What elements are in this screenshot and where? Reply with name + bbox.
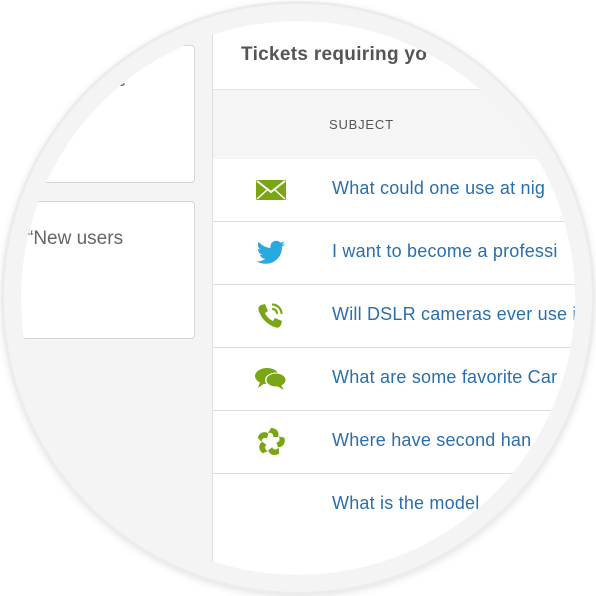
- ticket-subject-link[interactable]: I want to become a professi: [332, 241, 558, 262]
- view-card-label: “New users: [27, 228, 124, 249]
- view-card[interactable]: “New users: [21, 201, 195, 339]
- left-column: y me “New users: [21, 21, 212, 575]
- help-widget-icon: [254, 425, 288, 459]
- table-row[interactable]: Where have second han: [213, 411, 575, 474]
- table-row[interactable]: What is the model: [213, 474, 575, 536]
- email-icon: [254, 173, 288, 207]
- twitter-icon: [254, 236, 288, 270]
- table-row[interactable]: Will DSLR cameras ever use i: [213, 285, 575, 348]
- tickets-panel: Tickets requiring yo SUBJECT What could …: [213, 21, 575, 575]
- phone-icon: [254, 299, 288, 333]
- chat-icon: [254, 362, 288, 396]
- ticket-subject-link[interactable]: What are some favorite Car: [332, 367, 557, 388]
- view-card[interactable]: y me: [21, 45, 195, 183]
- table-header: SUBJECT: [213, 89, 575, 160]
- ticket-subject-link[interactable]: What is the model: [332, 493, 479, 514]
- ticket-subject-link[interactable]: Will DSLR cameras ever use i: [332, 304, 575, 325]
- circular-viewport: y me “New users Tickets requiring yo SUB…: [21, 21, 575, 575]
- table-row[interactable]: What could one use at nig: [213, 159, 575, 222]
- table-row[interactable]: I want to become a professi: [213, 222, 575, 285]
- column-header-subject[interactable]: SUBJECT: [329, 117, 394, 132]
- ticket-subject-link[interactable]: Where have second han: [332, 430, 531, 451]
- panel-title: Tickets requiring yo: [241, 44, 428, 65]
- ticket-subject-link[interactable]: What could one use at nig: [332, 178, 545, 199]
- table-row[interactable]: What are some favorite Car: [213, 348, 575, 411]
- view-card-label: y me: [85, 70, 127, 91]
